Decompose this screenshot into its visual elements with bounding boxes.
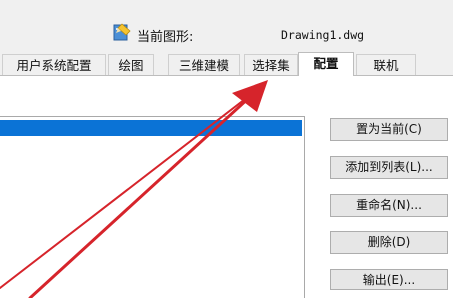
- dialog-header: 当前图形: Drawing1.dwg: [0, 0, 453, 52]
- tab-3d-modeling[interactable]: 三维建模: [168, 54, 240, 75]
- tab-selection[interactable]: 选择集: [244, 54, 298, 75]
- tab-user-preferences[interactable]: 用户系统配置: [2, 54, 106, 75]
- drawing-file-icon: [113, 22, 133, 42]
- tab-drafting[interactable]: 绘图: [108, 54, 154, 75]
- current-drawing-filename: Drawing1.dwg: [281, 28, 365, 42]
- set-current-button[interactable]: 置为当前(C): [330, 118, 448, 141]
- options-tab-strip: 用户系统配置 绘图 三维建模 选择集 配置 联机: [0, 52, 453, 76]
- add-to-list-button[interactable]: 添加到列表(L)...: [330, 156, 448, 179]
- tab-online[interactable]: 联机: [356, 54, 416, 75]
- export-button[interactable]: 输出(E)...: [330, 269, 448, 290]
- selected-profile-row[interactable]: [0, 120, 302, 136]
- tab-profiles[interactable]: 配置: [298, 52, 354, 76]
- delete-button[interactable]: 删除(D): [330, 231, 448, 254]
- profiles-list[interactable]: [0, 116, 305, 298]
- current-drawing-label: 当前图形:: [137, 30, 194, 45]
- rename-button[interactable]: 重命名(N)...: [330, 194, 448, 217]
